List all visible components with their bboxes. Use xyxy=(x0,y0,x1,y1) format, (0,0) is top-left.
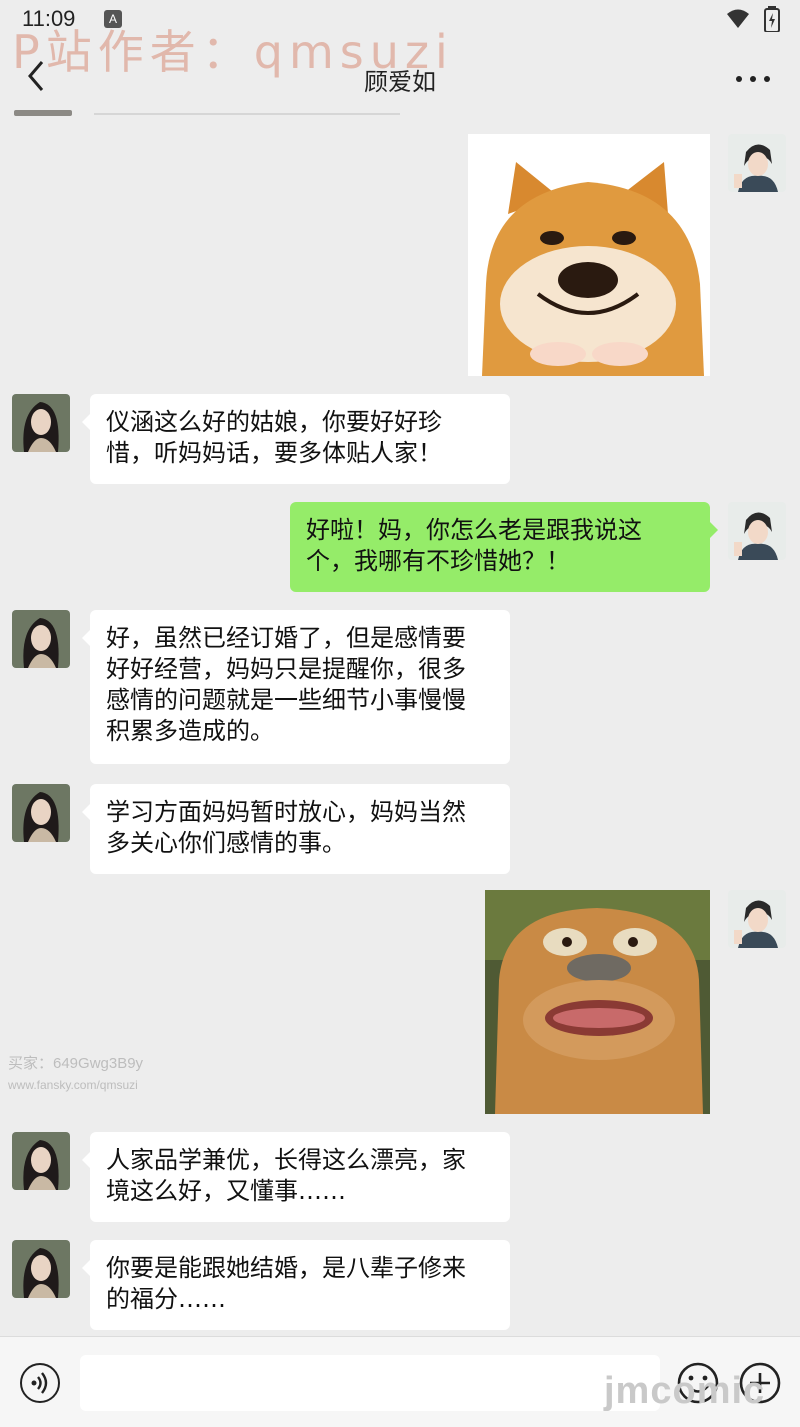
chat-title: 顾爱如 xyxy=(364,68,436,96)
battery-charging-icon xyxy=(764,6,780,32)
self-avatar[interactable] xyxy=(728,890,786,948)
message-bubble-received: 人家品学兼优，长得这么漂亮，家 境这么好，又懂事…… xyxy=(82,1132,510,1222)
contact-avatar[interactable] xyxy=(12,610,70,668)
contact-avatar[interactable] xyxy=(12,1240,70,1298)
site-watermark: www.fansky.com/qmsuzi xyxy=(8,1078,138,1092)
voice-button[interactable] xyxy=(20,1363,60,1403)
voice-icon xyxy=(31,1372,48,1394)
partial-avatar xyxy=(14,110,72,116)
message-input[interactable] xyxy=(80,1355,660,1411)
buyer-watermark: 买家：649Gwg3B9y xyxy=(8,1055,144,1072)
wifi-icon xyxy=(727,9,749,28)
message-bubble-sent: 好啦！妈，你怎么老是跟我说这 个，我哪有不珍惜她？！ xyxy=(290,502,718,592)
partial-bubble-edge xyxy=(94,113,400,115)
message-bubble-received: 你要是能跟她结婚，是八辈子修来 的福分…… xyxy=(82,1240,510,1330)
contact-avatar[interactable] xyxy=(12,394,70,452)
contact-avatar[interactable] xyxy=(12,784,70,842)
message-bubble-received: 仪涵这么好的姑娘，你要好好珍 惜，听妈妈话，要多体贴人家！ xyxy=(82,394,510,484)
message-bubble-received: 好，虽然已经订婚了，但是感情要 好好经营，妈妈只是提醒你，很多 感情的问题就是一… xyxy=(82,610,510,764)
contact-avatar[interactable] xyxy=(12,1132,70,1190)
shiba-dog-sticker[interactable] xyxy=(468,134,710,376)
more-options-button[interactable] xyxy=(730,62,776,92)
self-avatar[interactable] xyxy=(728,502,786,560)
chat-header: 顾爱如 xyxy=(0,40,800,116)
self-avatar[interactable] xyxy=(728,134,786,192)
message-bubble-received: 学习方面妈妈暂时放心，妈妈当然 多关心你们感情的事。 xyxy=(82,784,510,874)
corner-watermark: jmcomic xyxy=(604,1370,766,1412)
worried-bear-sticker[interactable] xyxy=(485,890,710,1114)
